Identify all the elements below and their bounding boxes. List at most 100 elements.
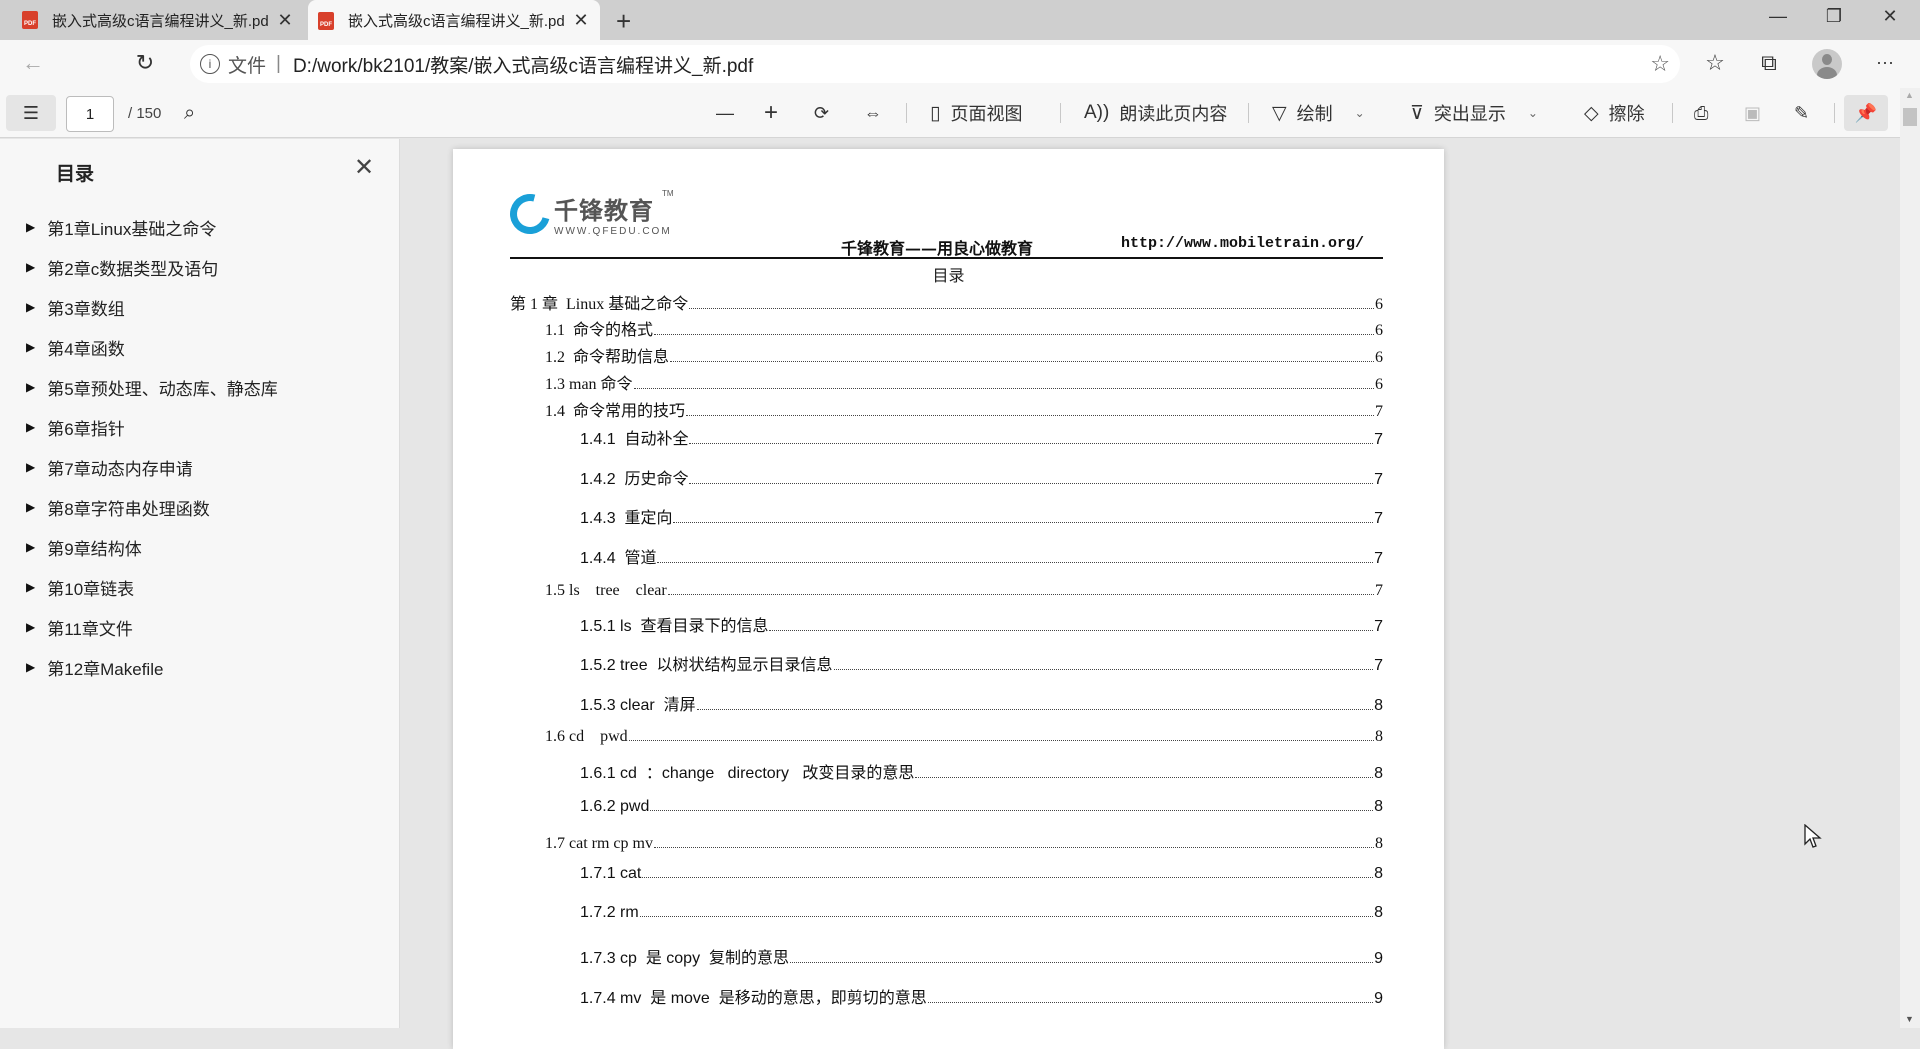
toc-entry[interactable]: 1.7.2 rm 8 xyxy=(510,904,1383,922)
highlight-icon: ⊽ xyxy=(1410,102,1424,124)
toc-sidebar: 目录 ✕ ▶ 第1章Linux基础之命令 ▶ 第2章c数据类型及语句 ▶ 第3章数组 … xyxy=(0,139,400,1028)
toc-item[interactable]: ▶ 第12章Makefile xyxy=(0,647,400,687)
draw-button[interactable]: ▽ 绘制 ⌄ xyxy=(1272,95,1365,131)
toc-entry[interactable]: 1.5.1 ls 查看目录下的信息 7 xyxy=(510,612,1383,636)
toc-entry[interactable]: 1.7 cat rm cp mv 8 xyxy=(510,835,1383,853)
zoom-out-button[interactable]: — xyxy=(716,95,734,131)
expand-icon[interactable]: ▶ xyxy=(26,500,35,514)
more-icon[interactable]: ··· xyxy=(1868,52,1902,73)
tab-title: 嵌入式高级c语言编程讲义_新.pdf xyxy=(348,13,564,30)
back-button[interactable]: ← xyxy=(18,50,48,76)
toc-entry[interactable]: 1.1 命令的格式 6 xyxy=(510,316,1383,340)
new-tab-button[interactable]: + xyxy=(616,6,631,37)
toc-entry[interactable]: 1.6.2 pwd 8 xyxy=(510,798,1383,816)
scheme-label: 文件 xyxy=(228,55,267,77)
scrollbar-thumb[interactable] xyxy=(1903,108,1917,126)
zoom-in-button[interactable]: + xyxy=(764,95,778,131)
rotate-button[interactable]: ⟳ xyxy=(814,95,829,131)
toc-entry[interactable]: 1.3 man 命令 6 xyxy=(510,370,1383,394)
toc-leader-dots xyxy=(653,847,1374,848)
erase-button[interactable]: ◇ 擦除 xyxy=(1584,95,1645,131)
toc-entry[interactable]: 1.5 ls tree clear 7 xyxy=(510,582,1383,600)
search-button[interactable]: ⌕ xyxy=(184,95,195,131)
url-text[interactable]: D:/work/bk2101/教案/嵌入式高级c语言编程讲义_新.pdf xyxy=(293,51,753,78)
profile-avatar[interactable] xyxy=(1812,49,1842,79)
toc-entry[interactable]: 1.5.3 clear 清屏 8 xyxy=(510,691,1383,715)
toc-entry[interactable]: 第 1 章 Linux 基础之命令 6 xyxy=(510,290,1383,314)
tab-2-active[interactable]: PDF 嵌入式高级c语言编程讲义_新.pdf ✕ xyxy=(308,0,600,41)
table-of-contents-button[interactable]: ☰ xyxy=(6,95,56,131)
expand-icon[interactable]: ▶ xyxy=(26,380,35,394)
expand-icon[interactable]: ▶ xyxy=(26,300,35,314)
highlight-button[interactable]: ⊽ 突出显示 ⌄ xyxy=(1410,95,1538,131)
toc-item[interactable]: ▶ 第7章动态内存申请 xyxy=(0,447,400,487)
scroll-up-arrow[interactable]: ▲ xyxy=(1905,90,1914,100)
toc-item-label: 第4章函数 xyxy=(47,339,125,359)
toc-entry-page: 9 xyxy=(1374,990,1383,1007)
toc-entry-page: 8 xyxy=(1374,765,1383,782)
toc-entry[interactable]: 1.5.2 tree 以树状结构显示目录信息 7 xyxy=(510,651,1383,675)
close-window-button[interactable]: ✕ xyxy=(1870,6,1910,27)
close-tab-icon[interactable]: ✕ xyxy=(568,10,594,31)
close-sidebar-icon[interactable]: ✕ xyxy=(354,153,374,182)
chevron-down-icon[interactable]: ⌄ xyxy=(1355,106,1365,120)
toc-entry[interactable]: 1.4.2 历史命令 7 xyxy=(510,465,1383,489)
toc-item[interactable]: ▶ 第1章Linux基础之命令 xyxy=(0,207,400,247)
collections-icon[interactable]: ⧉ xyxy=(1752,50,1786,76)
toc-item[interactable]: ▶ 第11章文件 xyxy=(0,607,400,647)
expand-icon[interactable]: ▶ xyxy=(26,220,35,234)
expand-icon[interactable]: ▶ xyxy=(26,540,35,554)
expand-icon[interactable]: ▶ xyxy=(26,340,35,354)
toc-entry[interactable]: 1.7.3 cp 是 copy 复制的意思 9 xyxy=(510,944,1383,968)
toc-entry[interactable]: 1.4 命令常用的技巧 7 xyxy=(510,397,1383,421)
toc-entry[interactable]: 1.4.4 管道 7 xyxy=(510,544,1383,568)
address-bar[interactable]: i 文件 | D:/work/bk2101/教案/嵌入式高级c语言编程讲义_新.… xyxy=(190,45,1680,83)
favorites-icon[interactable]: ☆ xyxy=(1698,50,1732,76)
toc-leader-dots xyxy=(642,877,1374,878)
refresh-button[interactable]: ↻ xyxy=(130,50,160,76)
maximize-button[interactable]: ❐ xyxy=(1814,6,1854,27)
toc-entry[interactable]: 1.4.3 重定向 7 xyxy=(510,504,1383,528)
expand-icon[interactable]: ▶ xyxy=(26,420,35,434)
expand-icon[interactable]: ▶ xyxy=(26,660,35,674)
toc-item[interactable]: ▶ 第3章数组 xyxy=(0,287,400,327)
page-number-input[interactable]: 1 xyxy=(66,96,114,132)
pin-toolbar-button[interactable]: 📌 xyxy=(1844,95,1888,131)
save-button[interactable]: ▣ xyxy=(1744,95,1761,131)
toc-item[interactable]: ▶ 第5章预处理、动态库、静态库 xyxy=(0,367,400,407)
info-icon[interactable]: i xyxy=(200,54,220,74)
close-tab-icon[interactable]: ✕ xyxy=(272,10,298,31)
minimize-button[interactable]: — xyxy=(1758,6,1798,27)
scroll-down-arrow[interactable]: ▼ xyxy=(1905,1014,1914,1024)
chevron-down-icon[interactable]: ⌄ xyxy=(1528,106,1538,120)
print-button[interactable]: ⎙ xyxy=(1694,95,1708,131)
toc-entry[interactable]: 1.7.4 mv 是 move 是移动的意思，即剪切的意思 9 xyxy=(510,984,1383,1008)
toc-entry-page: 7 xyxy=(1374,657,1383,674)
add-favorite-icon[interactable]: ☆ xyxy=(1650,51,1670,77)
toc-entry[interactable]: 1.2 命令帮助信息 6 xyxy=(510,343,1383,367)
toc-entry-label: 1.1 命令的格式 xyxy=(545,322,654,339)
vertical-scrollbar[interactable]: ▲ ▼ xyxy=(1900,88,1920,1028)
expand-icon[interactable]: ▶ xyxy=(26,580,35,594)
tab-1[interactable]: PDF 嵌入式高级c语言编程讲义_新.pdf ✕ xyxy=(22,0,298,40)
toc-item[interactable]: ▶ 第2章c数据类型及语句 xyxy=(0,247,400,287)
page-view-button[interactable]: ▯ 页面视图 xyxy=(930,95,1022,131)
toc-item[interactable]: ▶ 第6章指针 xyxy=(0,407,400,447)
fit-width-button[interactable]: ⇔ xyxy=(864,95,882,131)
toc-leader-dots xyxy=(654,334,1374,335)
expand-icon[interactable]: ▶ xyxy=(26,260,35,274)
toc-item[interactable]: ▶ 第9章结构体 xyxy=(0,527,400,567)
toc-entry[interactable]: 1.6 cd pwd 8 xyxy=(510,728,1383,746)
save-as-button[interactable]: ✎ xyxy=(1794,95,1809,131)
toc-entry[interactable]: 1.4.1 自动补全 7 xyxy=(510,425,1383,449)
expand-icon[interactable]: ▶ xyxy=(26,620,35,634)
toc-entry-page: 8 xyxy=(1374,865,1383,882)
expand-icon[interactable]: ▶ xyxy=(26,460,35,474)
toc-entry[interactable]: 1.7.1 cat 8 xyxy=(510,865,1383,883)
toc-item[interactable]: ▶ 第8章字符串处理函数 xyxy=(0,487,400,527)
toc-item[interactable]: ▶ 第4章函数 xyxy=(0,327,400,367)
toc-item[interactable]: ▶ 第10章链表 xyxy=(0,567,400,607)
toc-entry[interactable]: 1.6.1 cd ：change directory 改变目录的意思 8 xyxy=(510,759,1383,783)
toc-leader-dots xyxy=(833,669,1374,670)
read-aloud-button[interactable]: A)) 朗读此页内容 xyxy=(1084,95,1227,131)
